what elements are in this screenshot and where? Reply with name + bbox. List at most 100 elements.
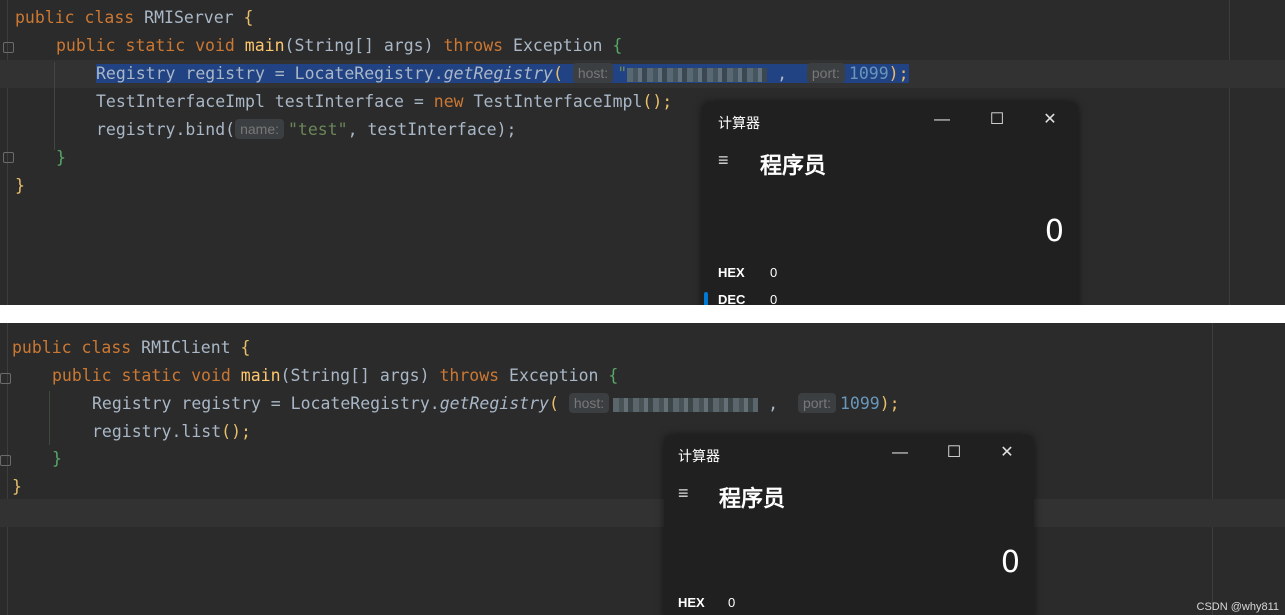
right-margin-guide <box>1229 0 1230 305</box>
calculator-mode: 程序员 <box>760 154 827 179</box>
params: (String[] args) <box>280 366 430 385</box>
minimize-icon[interactable]: — <box>890 443 910 463</box>
keyword: void <box>195 36 235 55</box>
minimize-icon[interactable]: — <box>932 110 952 130</box>
right-margin-guide <box>1212 323 1213 615</box>
brace: { <box>240 338 251 357</box>
method-call: getRegistry <box>439 394 549 413</box>
redacted-host <box>613 397 759 412</box>
fold-marker-icon[interactable] <box>0 373 11 384</box>
comma: , <box>777 64 788 83</box>
class-name: TestInterfaceImpl <box>473 92 643 111</box>
param-hint-port: port: <box>806 63 845 83</box>
calculator-window[interactable]: 计算器 — ☐ ✕ ≡ 程序员 0 HEX 0 <box>664 435 1034 615</box>
code-line-6[interactable]: } <box>12 473 22 501</box>
method-call: getRegistry <box>443 64 553 83</box>
quote: " <box>617 64 628 83</box>
close-paren: ); <box>879 394 900 413</box>
param-hint-port: port: <box>797 393 836 413</box>
class-name: RMIClient <box>141 338 231 357</box>
watermark: CSDN @why811 <box>1196 601 1280 613</box>
code-line-4[interactable]: registry.list(); <box>92 418 251 446</box>
indent-guide <box>54 62 55 150</box>
keyword-new: new <box>433 92 464 111</box>
statement: TestInterfaceImpl testInterface = <box>96 92 434 111</box>
code-line-3-selected[interactable]: Registry registry = LocateRegistry.getRe… <box>96 60 909 88</box>
statement-start: Registry registry = LocateRegistry. <box>92 394 440 413</box>
selected-indicator <box>704 292 708 305</box>
keyword: class <box>81 338 132 357</box>
string-literal: "test" <box>288 120 348 139</box>
brace: } <box>15 176 25 195</box>
keyword: static <box>121 366 182 385</box>
statement-start: Registry registry = LocateRegistry. <box>96 64 444 83</box>
close-icon[interactable]: ✕ <box>997 443 1017 463</box>
code-line-5[interactable]: registry.bind(name: "test", testInterface… <box>96 116 517 144</box>
window-title: 计算器 <box>678 448 720 464</box>
close-paren: ); <box>888 64 909 83</box>
comma: , <box>768 394 779 413</box>
code-line-7[interactable]: } <box>15 172 25 200</box>
statement: registry.list <box>92 422 222 441</box>
display-value: 0 <box>1044 214 1064 249</box>
code-line-1[interactable]: public class RMIServer { <box>15 4 253 32</box>
statement: registry.bind( <box>96 120 236 139</box>
image-divider <box>0 305 1285 323</box>
maximize-icon[interactable]: ☐ <box>987 110 1007 130</box>
code-line-4[interactable]: TestInterfaceImpl testInterface = new Te… <box>96 88 672 116</box>
hex-label[interactable]: HEX <box>718 265 745 280</box>
paren: ( <box>552 64 563 83</box>
code-line-2[interactable]: public static void main(String[] args) t… <box>56 32 622 60</box>
maximize-icon[interactable]: ☐ <box>944 443 964 463</box>
paren: (); <box>221 422 251 441</box>
keyword: void <box>191 366 231 385</box>
param-hint-host: host: <box>572 63 614 83</box>
client-editor-pane[interactable]: public class RMIClient { public static v… <box>0 323 1285 615</box>
calculator-mode: 程序员 <box>719 487 786 512</box>
hex-value: 0 <box>728 595 736 610</box>
hamburger-menu-icon[interactable]: ≡ <box>718 150 729 171</box>
fold-marker-icon[interactable] <box>0 455 11 466</box>
method-name: main <box>244 36 285 55</box>
code-line-1[interactable]: public class RMIClient { <box>12 334 250 362</box>
hamburger-menu-icon[interactable]: ≡ <box>678 483 689 504</box>
redacted-host <box>627 67 768 82</box>
code-line-3[interactable]: Registry registry = LocateRegistry.getRe… <box>92 390 900 418</box>
keyword: throws <box>443 36 504 55</box>
server-editor-pane[interactable]: public class RMIServer { public static v… <box>0 0 1285 305</box>
code-line-2[interactable]: public static void main(String[] args) t… <box>52 362 618 390</box>
dec-label[interactable]: DEC <box>718 292 745 305</box>
keyword: public <box>15 8 75 27</box>
code-line-6[interactable]: } <box>56 144 66 172</box>
class-name: RMIServer <box>144 8 234 27</box>
paren: (); <box>642 92 673 111</box>
brace: } <box>12 477 22 496</box>
keyword: public <box>56 36 116 55</box>
port-number: 1099 <box>839 394 880 413</box>
brace: } <box>52 449 62 468</box>
gutter-margin <box>7 323 8 615</box>
keyword: throws <box>439 366 500 385</box>
fold-marker-icon[interactable] <box>3 42 14 53</box>
close-icon[interactable]: ✕ <box>1040 110 1060 130</box>
fold-marker-icon[interactable] <box>3 152 14 163</box>
display-value: 0 <box>1000 545 1020 580</box>
keyword: public <box>12 338 72 357</box>
window-title: 计算器 <box>718 115 760 131</box>
params: (String[] args) <box>284 36 434 55</box>
method-name: main <box>240 366 281 385</box>
dec-value: 0 <box>770 292 778 305</box>
brace: { <box>243 8 254 27</box>
brace: { <box>612 36 623 55</box>
hex-label[interactable]: HEX <box>678 595 705 610</box>
keyword: static <box>125 36 186 55</box>
exception-type: Exception <box>513 36 603 55</box>
keyword: class <box>84 8 135 27</box>
calculator-window[interactable]: 计算器 — ☐ ✕ ≡ 程序员 0 HEX 0 DEC 0 <box>702 102 1078 305</box>
indent-guide <box>49 391 50 445</box>
brace: { <box>608 366 619 385</box>
keyword: public <box>52 366 112 385</box>
brace: } <box>56 148 66 167</box>
param-hint-name: name: <box>235 119 284 139</box>
code-line-5[interactable]: } <box>52 445 62 473</box>
